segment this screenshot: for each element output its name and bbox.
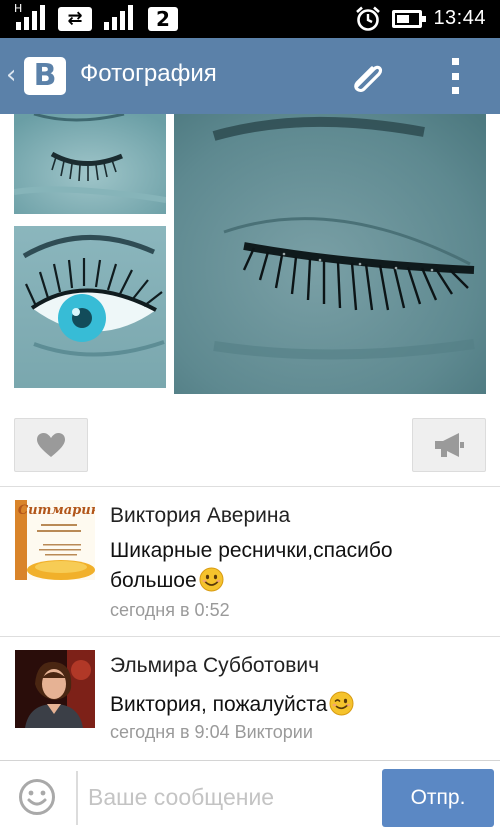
megaphone-icon (435, 433, 464, 457)
alarm-icon (356, 6, 380, 31)
like-button[interactable] (14, 418, 88, 472)
comment-date: сегодня в 9:04 Виктории (110, 722, 313, 742)
page-title: Фотография (80, 60, 217, 87)
signal-strength-icon (16, 5, 45, 30)
back-chevron-icon[interactable]: ‹ (6, 60, 16, 90)
app-header: ‹ В Фотография (0, 38, 500, 114)
attachment-icon[interactable] (346, 55, 390, 97)
sync-icon: ⇄ (58, 7, 92, 31)
smiling-emoji-icon (199, 567, 224, 592)
emoji-picker-icon[interactable] (18, 778, 56, 816)
comment-item: Ситмарин Виктория Аверина Шикарные ресни… (0, 486, 500, 636)
vk-logo[interactable]: В (24, 57, 66, 95)
winking-emoji-icon (329, 691, 354, 716)
comment-author[interactable]: Эльмира Субботович (110, 654, 319, 678)
avatar[interactable] (15, 650, 95, 728)
comment-body: Шикарные реснички,спасибо большое (110, 539, 393, 592)
composer-divider (76, 771, 78, 825)
sim-number: 2 (148, 7, 178, 31)
comment-text: Шикарные реснички,спасибо большое (110, 536, 480, 596)
photo-eye-closed-small[interactable] (14, 114, 166, 214)
comment-date: сегодня в 0:52 (110, 600, 230, 620)
clock: 13:44 (433, 7, 486, 29)
comment-text: Виктория, пожалуйста (110, 690, 480, 720)
send-button[interactable]: Отпр. (382, 769, 494, 827)
comment-author[interactable]: Виктория Аверина (110, 504, 290, 528)
status-bar: H ⇄ 2 13:44 (0, 0, 500, 38)
heart-icon (37, 433, 65, 457)
photo-eye-open[interactable] (14, 226, 166, 388)
battery-icon (392, 10, 426, 28)
signal-strength-2-icon (104, 5, 133, 30)
battery-level (397, 15, 409, 23)
photo-eye-closed-large[interactable] (174, 114, 486, 394)
message-composer: Отпр. (0, 760, 500, 834)
share-button[interactable] (412, 418, 486, 472)
avatar-caption: Ситмарин (18, 503, 95, 518)
avatar[interactable]: Ситмарин (15, 500, 95, 580)
overflow-menu-icon[interactable] (448, 58, 462, 94)
comment-item: Эльмира Субботович Виктория, пожалуйста … (0, 636, 500, 760)
comment-body: Виктория, пожалуйста (110, 693, 328, 716)
message-input[interactable] (88, 775, 368, 819)
